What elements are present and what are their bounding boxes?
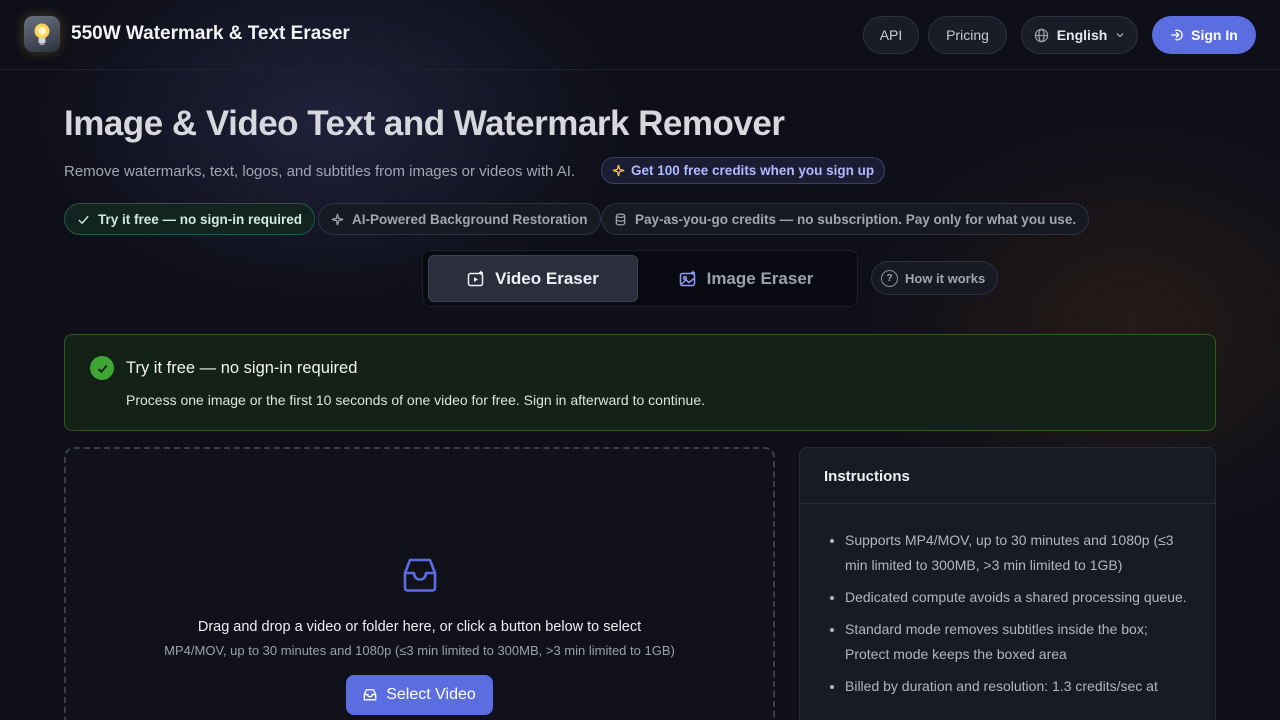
feature-badge-label: AI-Powered Background Restoration (352, 211, 588, 227)
inbox-icon (403, 558, 437, 592)
globe-icon (1034, 28, 1048, 42)
nav-api-button[interactable]: API (863, 16, 919, 54)
question-icon: ? (881, 269, 898, 287)
nav-pricing-button[interactable]: Pricing (928, 16, 1007, 54)
tab-video-eraser[interactable]: Video Eraser (428, 255, 638, 302)
language-selector[interactable]: English (1021, 16, 1138, 54)
free-credits-badge[interactable]: Get 100 free credits when you sign up (601, 157, 886, 184)
sign-in-button[interactable]: Sign In (1152, 16, 1256, 54)
how-it-works-button[interactable]: ? How it works (871, 261, 999, 295)
drop-requirements: MP4/MOV, up to 30 minutes and 1080p (≤3 … (164, 643, 675, 658)
list-item: Billed by duration and resolution: 1.3 c… (845, 674, 1191, 699)
page-title: Image & Video Text and Watermark Remover (64, 104, 785, 143)
drop-instructions: Drag and drop a video or folder here, or… (197, 619, 642, 635)
instructions-list: Supports MP4/MOV, up to 30 minutes and 1… (800, 504, 1215, 699)
feature-badge-ai: AI-Powered Background Restoration (318, 203, 601, 235)
inbox-icon (363, 689, 377, 701)
language-label: English (1056, 27, 1108, 43)
sparkle-icon (612, 164, 625, 177)
chevron-down-icon (1116, 33, 1124, 38)
sign-in-label: Sign In (1191, 27, 1238, 43)
tab-image-eraser[interactable]: Image Eraser (641, 255, 851, 302)
instructions-panel: Instructions Supports MP4/MOV, up to 30 … (799, 447, 1216, 720)
image-add-icon (679, 270, 695, 286)
sparkle-icon (331, 213, 344, 225)
page-subtitle: Remove watermarks, text, logos, and subt… (64, 163, 576, 180)
feature-badge-label: Try it free — no sign-in required (98, 211, 303, 227)
notice-title: Try it free — no sign-in required (126, 359, 358, 377)
feature-badge-free: Try it free — no sign-in required (64, 203, 316, 235)
list-item: Dedicated compute avoids a shared proces… (845, 585, 1191, 610)
check-circle-icon (90, 356, 114, 380)
list-item: Standard mode removes subtitles inside t… (845, 617, 1191, 667)
top-header: 550W Watermark & Text Eraser API Pricing… (0, 0, 1280, 70)
database-icon (615, 213, 626, 225)
app-title[interactable]: 550W Watermark & Text Eraser (71, 23, 350, 45)
tab-label: Image Eraser (706, 268, 814, 288)
lightbulb-icon[interactable] (24, 16, 60, 52)
eraser-mode-tabs: Video Eraser Image Eraser (422, 250, 858, 307)
select-video-button[interactable]: Select Video (346, 675, 493, 715)
how-it-works-label: How it works (905, 270, 986, 286)
login-icon (1171, 29, 1183, 41)
notice-description: Process one image or the first 10 second… (126, 392, 705, 408)
instructions-title: Instructions (800, 448, 1215, 504)
video-add-icon (467, 270, 484, 286)
free-credits-label: Get 100 free credits when you sign up (631, 163, 875, 178)
select-video-label: Select Video (386, 686, 476, 703)
video-drop-zone[interactable]: Drag and drop a video or folder here, or… (64, 447, 775, 720)
tab-label: Video Eraser (495, 268, 599, 288)
feature-badge-label: Pay-as-you-go credits — no subscription.… (635, 211, 1077, 227)
check-icon (78, 215, 89, 224)
free-trial-notice: Try it free — no sign-in required Proces… (64, 334, 1216, 431)
list-item: Supports MP4/MOV, up to 30 minutes and 1… (845, 528, 1191, 578)
feature-badge-credits: Pay-as-you-go credits — no subscription.… (601, 203, 1090, 235)
